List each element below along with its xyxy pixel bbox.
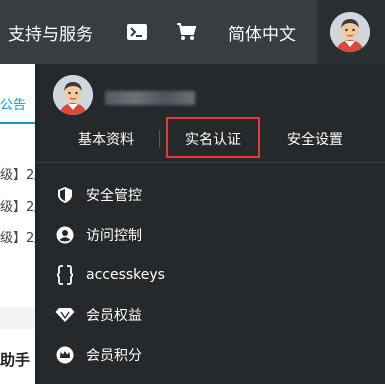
user-dropdown-panel: 基本资料 实名认证 安全设置 安全管控 访问控制 accesskeys 会员权益… <box>35 64 385 384</box>
list-item[interactable]: 级】2/ <box>0 164 39 183</box>
language-selector[interactable]: 简体中文 <box>228 0 296 64</box>
dropdown-shadow <box>35 64 41 384</box>
tab-security-settings[interactable]: 安全设置 <box>271 124 359 154</box>
top-nav-bar: 支持与服务 简体中文 <box>0 0 385 64</box>
menu-label: 会员积分 <box>86 348 142 364</box>
section-divider <box>0 307 40 329</box>
list-item[interactable]: 级】2/ <box>0 227 39 246</box>
menu-label: 安全管控 <box>86 188 142 204</box>
menu-label: 访问控制 <box>86 228 142 244</box>
username-redacted <box>105 91 195 105</box>
menu-item-access-control[interactable]: 访问控制 <box>35 215 385 255</box>
diamond-icon <box>55 305 75 325</box>
support-services-link[interactable]: 支持与服务 <box>8 0 93 64</box>
highlight-box <box>166 117 260 158</box>
background-page: 公告 级】2/ 级】2/ 级】2/ 助手 <box>0 64 40 384</box>
tab-basic-info[interactable]: 基本资料 <box>63 124 149 154</box>
braces-icon <box>55 265 75 285</box>
user-circle-icon <box>55 225 75 245</box>
tab-separator <box>159 130 160 148</box>
menu-item-accesskeys[interactable]: accesskeys <box>35 255 385 295</box>
menu-item-security-control[interactable]: 安全管控 <box>35 175 385 215</box>
assistant-heading: 助手 <box>0 351 31 369</box>
menu-divider <box>35 162 385 163</box>
terminal-icon[interactable] <box>126 0 148 64</box>
shield-icon <box>55 185 75 205</box>
menu-label: 会员权益 <box>86 308 142 324</box>
menu-label: accesskeys <box>86 267 165 283</box>
list-item[interactable]: 级】2/ <box>0 196 39 215</box>
profile-avatar-icon <box>53 75 93 115</box>
user-avatar-icon[interactable] <box>330 12 370 52</box>
user-menu-trigger[interactable] <box>317 0 385 64</box>
crown-icon <box>55 345 75 365</box>
menu-item-member-benefits[interactable]: 会员权益 <box>35 295 385 335</box>
notice-tab[interactable]: 公告 <box>0 94 26 113</box>
cart-icon[interactable] <box>177 0 197 64</box>
menu-item-member-points[interactable]: 会员积分 <box>35 335 385 375</box>
notice-tab-underline <box>0 122 40 124</box>
